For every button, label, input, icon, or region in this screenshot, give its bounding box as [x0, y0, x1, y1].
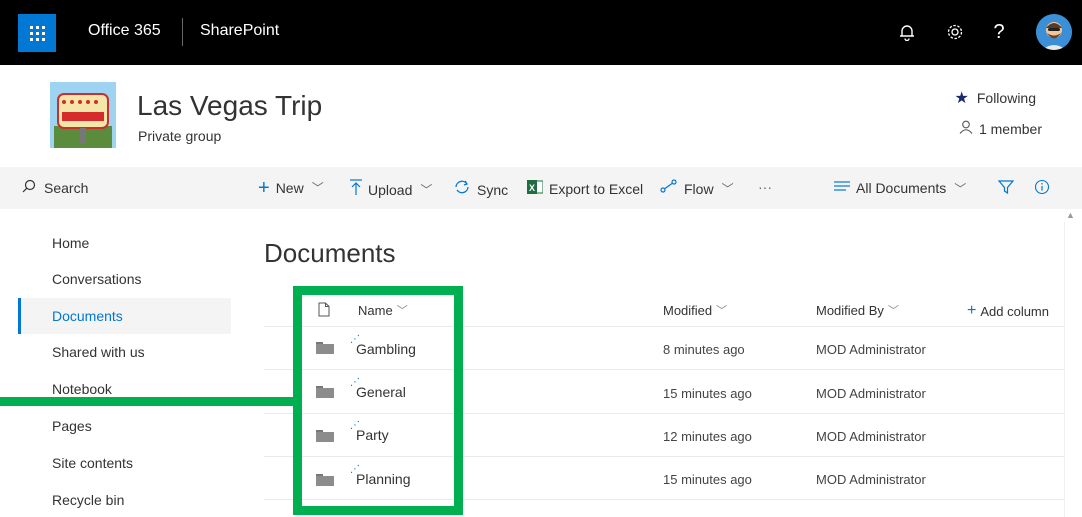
avatar[interactable] [1036, 14, 1072, 50]
nav-item-home[interactable]: Home [52, 235, 89, 251]
members-label: 1 member [978, 120, 1042, 137]
library-title: Documents [264, 238, 396, 268]
suite-app-name[interactable]: SharePoint [200, 22, 279, 40]
highlight-connector [0, 397, 296, 406]
sync-label: Sync [477, 181, 509, 198]
table-row-modified: 8 minutes ago [663, 342, 745, 357]
flow-button[interactable]: Flow ﹀ [660, 179, 734, 198]
person-icon [959, 120, 973, 137]
info-button[interactable] [1034, 179, 1050, 198]
command-bar: + New ﹀ Upload ﹀ Sync X Export to Excel … [231, 167, 1082, 209]
nav-item-recycle-bin[interactable]: Recycle bin [52, 492, 124, 508]
site-title[interactable]: Las Vegas Trip [137, 90, 322, 122]
help-icon[interactable]: ? [985, 16, 1013, 48]
nav-active-indicator [18, 298, 21, 334]
suite-brand[interactable]: Office 365 [88, 22, 161, 40]
sync-icon [453, 179, 471, 200]
nav-item-shared-with-us[interactable]: Shared with us [52, 344, 145, 360]
upload-icon [350, 179, 362, 200]
upload-button[interactable]: Upload ﹀ [350, 179, 432, 200]
flow-icon [660, 179, 678, 198]
suite-divider [182, 18, 183, 46]
nav-item-notebook[interactable]: Notebook [52, 381, 112, 397]
plus-icon: + [258, 176, 270, 199]
chevron-down-icon: ﹀ [420, 183, 433, 197]
highlight-box [293, 286, 463, 515]
star-icon: ★ [954, 90, 969, 107]
members-button[interactable]: 1 member [959, 120, 1042, 137]
search-label: Search [44, 179, 89, 196]
modified-by-column-header[interactable]: Modified By ﹀ [816, 302, 899, 318]
search-icon [22, 179, 36, 196]
gear-icon[interactable] [941, 16, 969, 48]
more-icon: ··· [758, 179, 772, 195]
chevron-down-icon: ﹀ [887, 305, 899, 317]
table-row-modified-by[interactable]: MOD Administrator [816, 472, 926, 487]
export-label: Export to Excel [549, 180, 644, 197]
scroll-up-icon[interactable]: ▲ [1066, 210, 1075, 220]
table-row-modified-by[interactable]: MOD Administrator [816, 429, 926, 444]
flow-label: Flow [684, 180, 714, 197]
export-excel-button[interactable]: X Export to Excel [527, 179, 643, 198]
excel-icon: X [527, 179, 544, 198]
sync-button[interactable]: Sync [453, 179, 508, 200]
chevron-down-icon: ﹀ [716, 305, 728, 317]
table-row-modified-by[interactable]: MOD Administrator [816, 342, 926, 357]
bell-icon[interactable] [893, 16, 921, 48]
nav-item-pages[interactable]: Pages [52, 418, 92, 434]
table-row-modified: 15 minutes ago [663, 386, 752, 401]
table-row-modified: 12 minutes ago [663, 429, 752, 444]
new-button[interactable]: + New ﹀ [258, 176, 324, 199]
modified-column-label: Modified [663, 302, 713, 318]
chevron-down-icon: ﹀ [311, 181, 324, 195]
view-switcher[interactable]: All Documents ﹀ [834, 179, 966, 197]
more-button[interactable]: ··· [758, 179, 772, 195]
chevron-down-icon: ﹀ [954, 181, 967, 196]
waffle-icon[interactable] [18, 14, 56, 52]
search-box[interactable]: Search [0, 167, 231, 209]
chevron-down-icon: ﹀ [721, 182, 734, 196]
site-subtitle: Private group [138, 128, 222, 144]
filter-icon [997, 179, 1015, 198]
table-row-modified: 15 minutes ago [663, 472, 752, 487]
following-button[interactable]: ★ Following [955, 88, 1036, 108]
plus-icon: + [967, 302, 977, 319]
nav-item-conversations[interactable]: Conversations [52, 271, 142, 287]
add-column-button[interactable]: + Add column [967, 302, 1049, 320]
scrollbar-track[interactable] [1064, 222, 1065, 517]
upload-label: Upload [368, 181, 413, 198]
nav-item-documents[interactable]: Documents [52, 308, 123, 324]
add-column-label: Add column [980, 303, 1049, 319]
site-logo[interactable] [50, 82, 116, 148]
svg-text:X: X [529, 183, 535, 193]
modified-by-column-label: Modified By [816, 302, 884, 318]
filter-button[interactable] [997, 179, 1015, 198]
table-row-modified-by[interactable]: MOD Administrator [816, 386, 926, 401]
list-icon [834, 179, 850, 197]
modified-column-header[interactable]: Modified ﹀ [663, 302, 727, 318]
new-label: New [275, 179, 304, 196]
info-icon [1034, 179, 1050, 198]
following-label: Following [976, 90, 1036, 106]
suite-bar: Office 365 SharePoint ? [0, 0, 1082, 65]
view-label: All Documents [856, 180, 947, 196]
nav-item-site-contents[interactable]: Site contents [52, 455, 133, 471]
